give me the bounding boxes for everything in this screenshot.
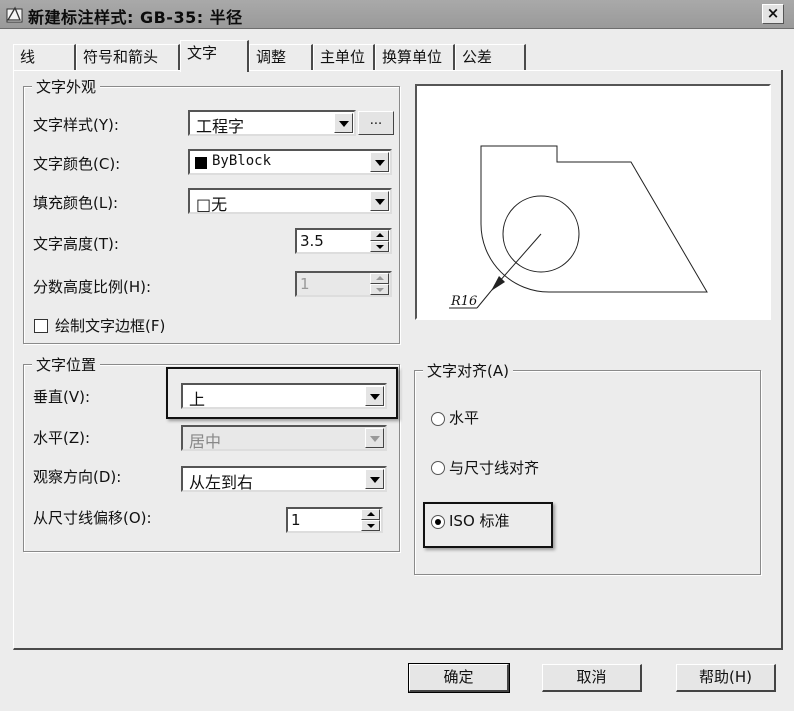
text-color-label: 文字颜色(C): xyxy=(33,155,121,173)
chevron-down-icon[interactable] xyxy=(365,428,384,448)
text-placement-title: 文字位置 xyxy=(32,354,101,375)
spin-down-icon[interactable] xyxy=(361,520,380,531)
color-swatch-icon xyxy=(195,153,207,172)
spin-down-icon[interactable] xyxy=(370,284,389,295)
text-style-value: 工程字 xyxy=(196,117,245,136)
spin-up-icon[interactable] xyxy=(370,273,389,284)
preview-dim-text: R16 xyxy=(450,294,477,309)
spin-up-icon[interactable] xyxy=(361,509,380,520)
ok-button[interactable]: 确定 xyxy=(408,663,510,693)
fraction-height-label: 分数高度比例(H): xyxy=(33,278,152,296)
dimension-preview: R16 xyxy=(415,84,771,320)
tab-tolerances[interactable]: 公差 xyxy=(455,44,526,70)
horizontal-value: 居中 xyxy=(189,432,222,451)
text-style-select[interactable]: 工程字 xyxy=(188,110,356,136)
radio-aligned-label: 与尺寸线对齐 xyxy=(449,459,540,477)
view-direction-value: 从左到右 xyxy=(189,473,254,492)
fill-color-label: 填充颜色(L): xyxy=(33,194,119,212)
app-icon xyxy=(6,6,23,23)
preview-drawing: R16 xyxy=(449,145,708,309)
tab-symbols-arrows[interactable]: 符号和箭头 xyxy=(76,44,180,70)
text-color-select[interactable]: ByBlock xyxy=(188,149,392,175)
fill-color-value: □无 xyxy=(196,195,228,214)
tab-primary-units[interactable]: 主单位 xyxy=(313,44,375,70)
tab-lines[interactable]: 线 xyxy=(13,44,76,70)
fraction-height-value: 1 xyxy=(300,275,310,293)
title-bar: 新建标注样式: GB-35: 半径 × xyxy=(0,0,794,29)
chevron-down-icon[interactable] xyxy=(370,191,389,211)
view-direction-label: 观察方向(D): xyxy=(33,468,122,486)
tab-fit[interactable]: 调整 xyxy=(249,44,313,70)
chevron-down-icon[interactable] xyxy=(334,113,353,133)
vertical-highlight-box xyxy=(166,367,398,419)
text-height-value: 3.5 xyxy=(300,232,324,250)
tab-alternate-units[interactable]: 换算单位 xyxy=(375,44,455,70)
iso-highlight-box xyxy=(423,502,553,548)
radio-aligned-with-dim-line[interactable] xyxy=(431,461,445,475)
fraction-height-spinner[interactable]: 1 xyxy=(295,271,392,297)
tab-strip: 线 符号和箭头 文字 调整 主单位 换算单位 公差 xyxy=(13,40,773,72)
vertical-label: 垂直(V): xyxy=(33,388,91,406)
chevron-down-icon[interactable] xyxy=(370,152,389,172)
offset-value: 1 xyxy=(291,511,301,529)
draw-frame-label: 绘制文字边框(F) xyxy=(55,317,166,335)
text-color-value: ByBlock xyxy=(212,153,272,169)
text-style-label: 文字样式(Y): xyxy=(33,116,119,134)
window-title: 新建标注样式: GB-35: 半径 xyxy=(28,8,243,27)
view-direction-select[interactable]: 从左到右 xyxy=(181,466,387,492)
offset-label: 从尺寸线偏移(O): xyxy=(33,509,152,527)
radio-horizontal-label: 水平 xyxy=(449,409,480,427)
text-height-label: 文字高度(T): xyxy=(33,235,119,253)
radio-horizontal[interactable] xyxy=(431,412,445,426)
fill-color-select[interactable]: □无 xyxy=(188,188,392,214)
offset-spinner[interactable]: 1 xyxy=(286,507,383,533)
tab-text[interactable]: 文字 xyxy=(180,40,249,72)
text-appearance-title: 文字外观 xyxy=(32,76,101,97)
text-alignment-title: 文字对齐(A) xyxy=(423,360,513,381)
horizontal-select[interactable]: 居中 xyxy=(181,425,387,451)
cancel-button[interactable]: 取消 xyxy=(542,664,642,692)
spin-up-icon[interactable] xyxy=(370,230,389,241)
horizontal-label: 水平(Z): xyxy=(33,429,91,447)
draw-frame-checkbox[interactable] xyxy=(34,319,48,333)
close-button[interactable]: × xyxy=(762,4,784,24)
text-style-browse-button[interactable]: ... xyxy=(358,111,394,135)
chevron-down-icon[interactable] xyxy=(365,469,384,489)
help-button[interactable]: 帮助(H) xyxy=(676,664,776,692)
text-height-spinner[interactable]: 3.5 xyxy=(295,228,392,254)
spin-down-icon[interactable] xyxy=(370,241,389,252)
